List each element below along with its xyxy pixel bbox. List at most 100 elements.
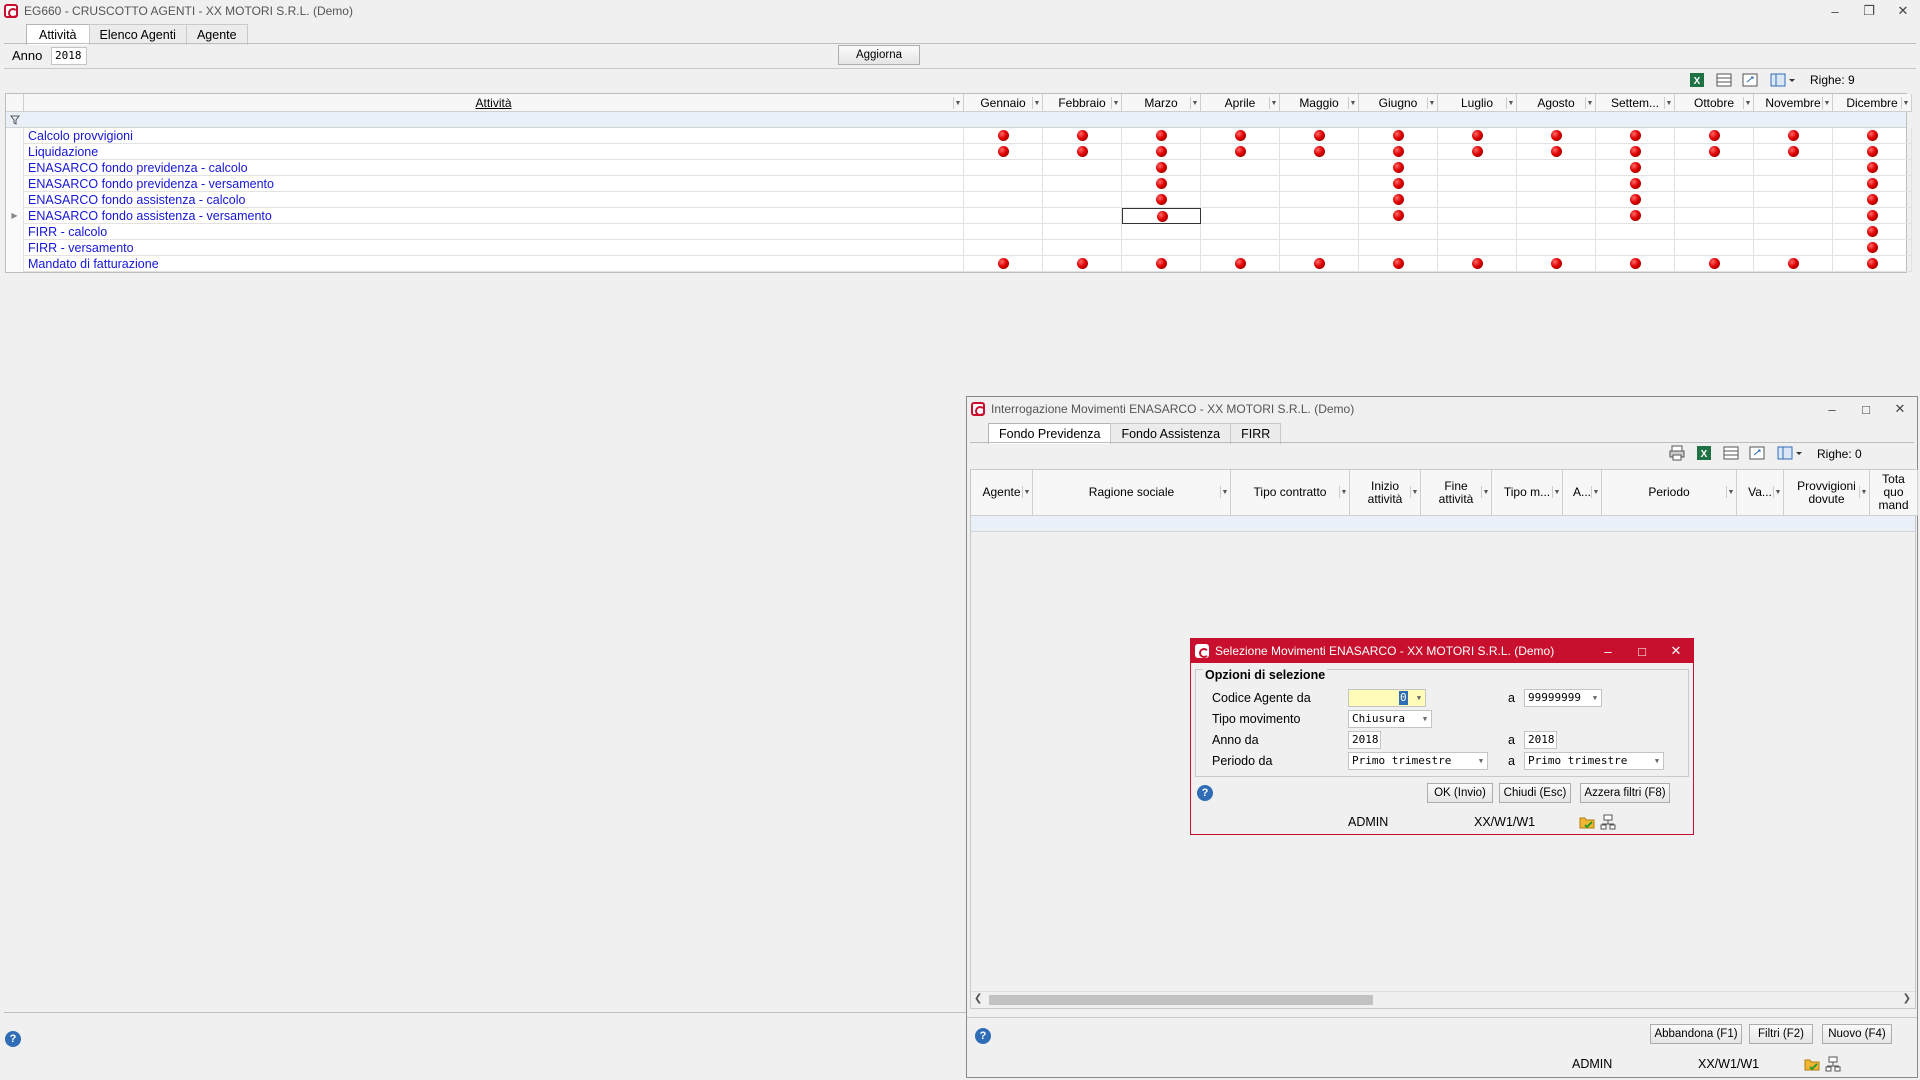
month-cell[interactable] <box>1122 256 1201 272</box>
scroll-left-icon[interactable]: ❮ <box>974 993 982 1004</box>
month-cell[interactable] <box>1201 256 1280 272</box>
chevron-down-icon[interactable]: ▼ <box>1589 690 1601 706</box>
chevron-down-icon[interactable]: ▼ <box>1552 486 1561 498</box>
minimize-icon[interactable]: – <box>1815 402 1849 417</box>
col-header-month[interactable]: Marzo ▼ <box>1122 94 1201 112</box>
col-header[interactable]: Tipo contratto ▼ <box>1231 470 1350 516</box>
maximize-icon[interactable]: □ <box>1849 402 1883 417</box>
table-row[interactable]: Liquidazione <box>6 144 1912 160</box>
filter-row[interactable] <box>971 516 1915 532</box>
month-cell[interactable] <box>1122 160 1201 176</box>
col-header[interactable]: A... ▼ <box>1563 470 1602 516</box>
month-cell[interactable] <box>1754 144 1833 160</box>
month-cell[interactable] <box>1201 224 1280 240</box>
chevron-down-icon[interactable]: ▼ <box>1773 486 1782 498</box>
month-cell[interactable] <box>964 224 1043 240</box>
month-cell[interactable] <box>1833 192 1912 208</box>
chevron-down-icon[interactable]: ▼ <box>1410 486 1419 498</box>
month-cell[interactable] <box>1122 128 1201 144</box>
col-header-month[interactable]: Novembre ▼ <box>1754 94 1833 112</box>
month-cell[interactable] <box>1675 256 1754 272</box>
row-selector[interactable]: ▶ <box>6 208 24 224</box>
row-selector[interactable] <box>6 128 24 144</box>
month-cell[interactable] <box>1675 224 1754 240</box>
month-cell[interactable] <box>964 256 1043 272</box>
attivita-link[interactable]: FIRR - calcolo <box>28 224 107 240</box>
col-header-month[interactable]: Aprile ▼ <box>1201 94 1280 112</box>
col-header[interactable]: Ragione sociale ▼ <box>1033 470 1231 516</box>
scrollbar-thumb[interactable] <box>989 995 1373 1005</box>
attivita-link[interactable]: Calcolo provvigioni <box>28 128 133 144</box>
chevron-down-icon[interactable]: ▼ <box>1664 97 1673 109</box>
month-cell[interactable] <box>1833 208 1912 224</box>
row-selector[interactable] <box>6 144 24 160</box>
close-icon[interactable]: ✕ <box>1886 3 1920 19</box>
codice-agente-from-input[interactable]: 0 ▼ <box>1348 689 1426 707</box>
column-chooser-icon[interactable] <box>1777 445 1805 461</box>
month-cell[interactable] <box>1122 208 1201 224</box>
month-cell[interactable] <box>1438 208 1517 224</box>
month-cell[interactable] <box>1596 160 1675 176</box>
month-cell[interactable] <box>1438 256 1517 272</box>
month-cell[interactable] <box>1517 192 1596 208</box>
col-header-month[interactable]: Gennaio ▼ <box>964 94 1043 112</box>
col-header-attivita[interactable]: Attività ▼ <box>24 94 964 112</box>
col-header-month[interactable]: Luglio ▼ <box>1438 94 1517 112</box>
chevron-down-icon[interactable]: ▼ <box>1901 97 1910 109</box>
abbandona-button[interactable]: Abbandona (F1) <box>1650 1024 1742 1044</box>
month-cell[interactable] <box>1043 160 1122 176</box>
attivita-link[interactable]: FIRR - versamento <box>28 240 134 256</box>
month-cell[interactable] <box>964 208 1043 224</box>
chevron-down-icon[interactable]: ▼ <box>1419 711 1431 727</box>
chevron-down-icon[interactable]: ▼ <box>1190 97 1199 109</box>
month-cell[interactable] <box>1517 128 1596 144</box>
month-cell[interactable] <box>1280 224 1359 240</box>
month-cell[interactable] <box>1438 176 1517 192</box>
close-icon[interactable]: ✕ <box>1883 401 1917 417</box>
month-cell[interactable] <box>1675 160 1754 176</box>
chevron-down-icon[interactable]: ▼ <box>1743 97 1752 109</box>
month-cell[interactable] <box>1438 240 1517 256</box>
month-cell[interactable] <box>1201 176 1280 192</box>
month-cell[interactable] <box>964 160 1043 176</box>
chevron-down-icon[interactable]: ▼ <box>1859 486 1868 498</box>
month-cell[interactable] <box>1596 176 1675 192</box>
month-cell[interactable] <box>1438 144 1517 160</box>
month-cell[interactable] <box>1280 208 1359 224</box>
minimize-icon[interactable]: – <box>1818 4 1852 19</box>
table-row[interactable]: FIRR - versamento <box>6 240 1912 256</box>
help-icon[interactable]: ? <box>975 1028 991 1044</box>
col-header[interactable]: Va... ▼ <box>1737 470 1784 516</box>
table-row[interactable]: ENASARCO fondo previdenza - versamento <box>6 176 1912 192</box>
month-cell[interactable] <box>1517 176 1596 192</box>
month-cell[interactable] <box>1201 128 1280 144</box>
month-cell[interactable] <box>1280 128 1359 144</box>
month-cell[interactable] <box>1122 224 1201 240</box>
month-cell[interactable] <box>1596 208 1675 224</box>
chevron-down-icon[interactable]: ▼ <box>1481 486 1490 498</box>
month-cell[interactable] <box>1754 224 1833 240</box>
col-header[interactable]: Fine attività ▼ <box>1421 470 1492 516</box>
tab-attivita[interactable]: Attività <box>26 24 90 45</box>
codice-agente-to-input[interactable]: 99999999 ▼ <box>1524 689 1602 707</box>
month-cell[interactable] <box>1043 128 1122 144</box>
anno-input[interactable]: 2018 <box>51 47 87 65</box>
chevron-down-icon[interactable]: ▼ <box>1726 486 1735 498</box>
month-cell[interactable] <box>1280 144 1359 160</box>
month-cell[interactable] <box>1438 160 1517 176</box>
chevron-down-icon[interactable]: ▼ <box>1032 97 1041 109</box>
chevron-down-icon[interactable]: ▼ <box>1220 486 1229 498</box>
month-cell[interactable] <box>1043 240 1122 256</box>
col-header-month[interactable]: Settem... ▼ <box>1596 94 1675 112</box>
periodo-from-select[interactable]: Primo trimestre ▼ <box>1348 752 1488 770</box>
month-cell[interactable] <box>1438 224 1517 240</box>
col-header[interactable]: Tipo m... ▼ <box>1492 470 1563 516</box>
excel-icon[interactable]: X <box>1696 445 1712 461</box>
month-cell[interactable] <box>1596 192 1675 208</box>
help-icon[interactable]: ? <box>1197 785 1213 801</box>
chevron-down-icon[interactable]: ▼ <box>1475 753 1487 769</box>
horizontal-scrollbar[interactable]: ❮ ❯ <box>971 991 1915 1008</box>
month-cell[interactable] <box>1043 144 1122 160</box>
azzera-filtri-button[interactable]: Azzera filtri (F8) <box>1580 783 1670 803</box>
month-cell[interactable] <box>1201 240 1280 256</box>
